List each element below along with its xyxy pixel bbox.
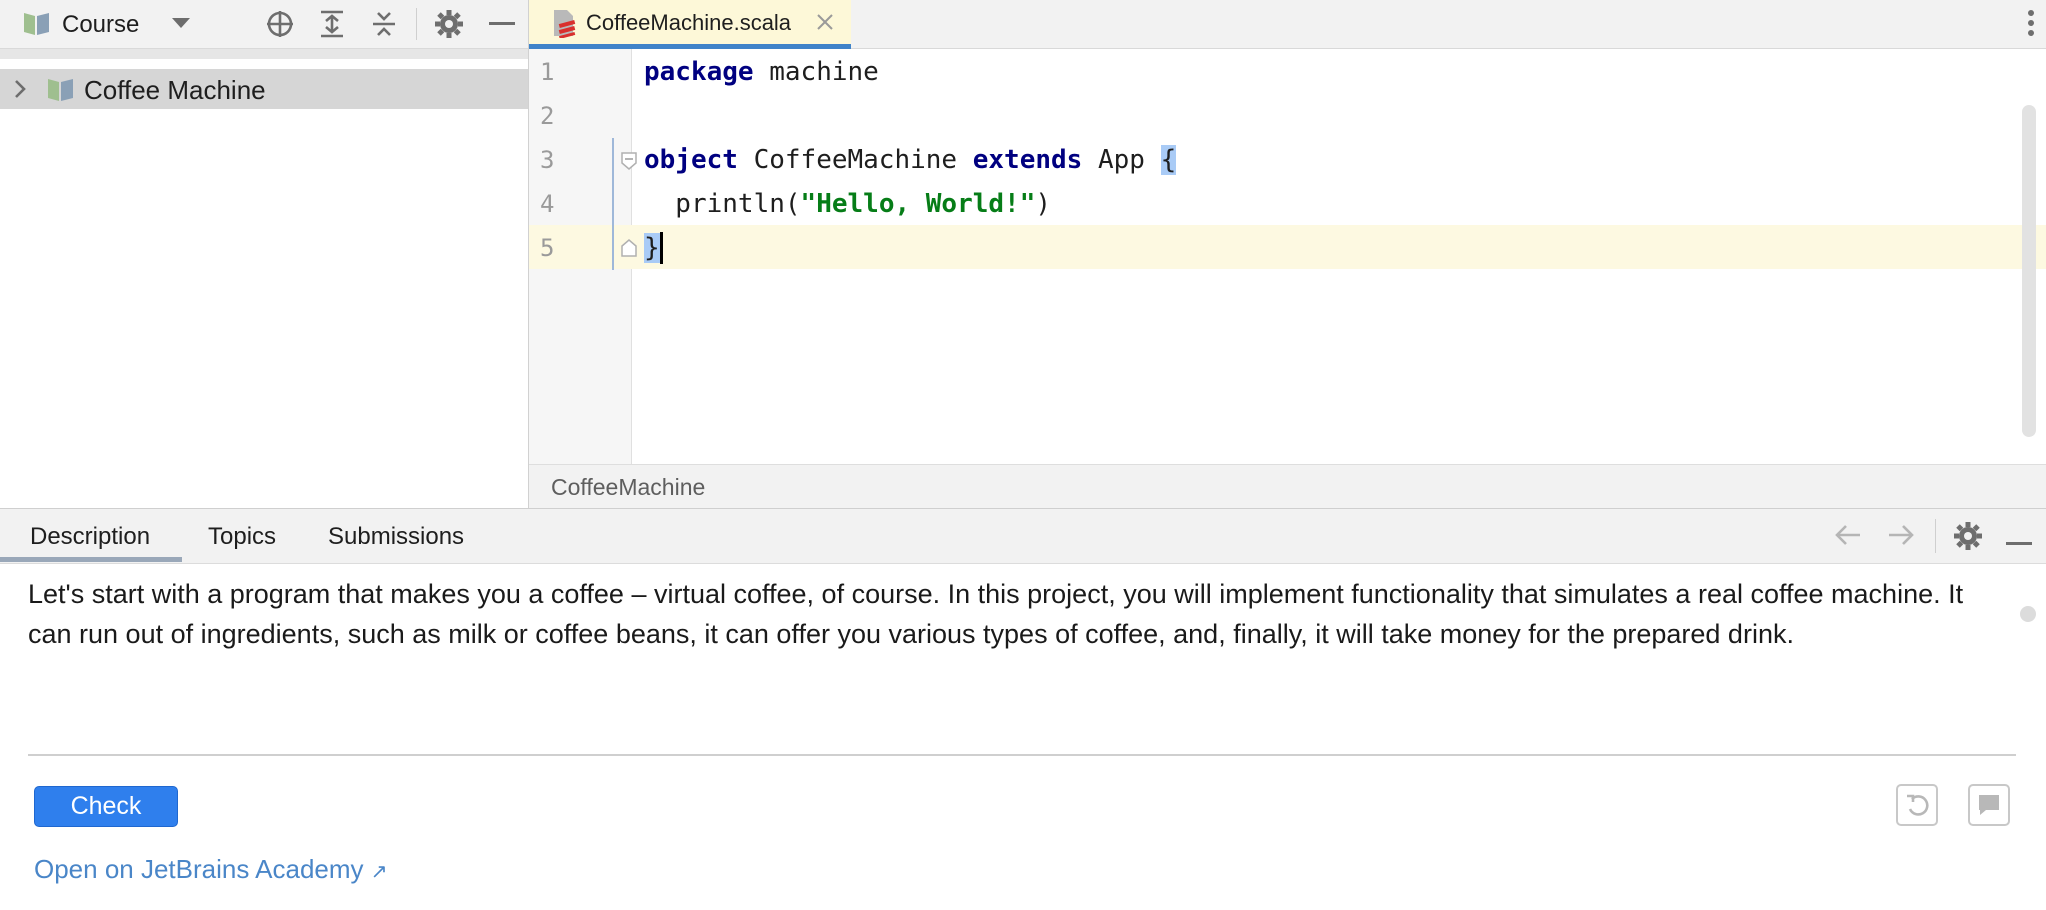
fold-end-icon[interactable] (620, 238, 638, 263)
code-text: CoffeeMachine (737, 145, 973, 175)
code-keyword: object (644, 145, 738, 175)
project-panel-gap (0, 49, 528, 59)
comment-icon (1979, 795, 1999, 815)
academy-link-text: Open on JetBrains Academy (34, 854, 364, 884)
external-link-icon: ↗ (370, 861, 388, 883)
code-text: machine (753, 57, 879, 87)
chevron-down-icon[interactable] (170, 16, 192, 35)
code-text: ) (1035, 189, 1052, 219)
undo-icon (1907, 794, 1929, 816)
book-icon (46, 76, 76, 107)
line-number: 4 (540, 190, 555, 218)
code-line-1: package machine (644, 57, 879, 87)
expand-all-icon[interactable] (314, 6, 350, 42)
check-button[interactable]: Check (34, 786, 178, 827)
code-keyword: package (644, 57, 754, 87)
chevron-right-icon[interactable] (12, 78, 28, 105)
gear-icon[interactable] (431, 6, 467, 42)
editor-tab-coffeemachine[interactable]: CoffeeMachine.scala (529, 0, 851, 49)
code-keyword: extends (972, 145, 1083, 175)
open-on-academy-link[interactable]: Open on JetBrains Academy ↗ (34, 854, 388, 885)
breadcrumb-bar: CoffeeMachine (529, 464, 2046, 509)
close-icon[interactable] (816, 13, 834, 36)
tab-topics[interactable]: Topics (208, 523, 276, 551)
line-number: 5 (540, 234, 555, 262)
tree-item-coffee-machine[interactable]: Coffee Machine (0, 69, 528, 109)
scroll-indicator[interactable] (2020, 606, 2036, 622)
tab-submissions[interactable]: Submissions (328, 523, 464, 551)
minimize-icon[interactable] (2006, 534, 2032, 552)
fold-icon[interactable] (620, 151, 638, 176)
toolbar-separator (416, 8, 417, 40)
toolbar-separator (1935, 519, 1936, 553)
matched-brace: } (644, 233, 660, 263)
line-number: 1 (540, 58, 555, 86)
code-text: println( (644, 189, 801, 219)
project-view-selector[interactable]: Course (62, 11, 139, 39)
more-options-icon[interactable] (2027, 8, 2035, 43)
scala-file-icon (551, 8, 577, 43)
back-arrow-icon[interactable] (1833, 523, 1863, 552)
line-number: 2 (540, 102, 555, 130)
gear-icon[interactable] (1953, 521, 1983, 556)
tab-description[interactable]: Description (30, 523, 150, 551)
project-toolbar: Course (0, 0, 528, 49)
active-tab-indicator (0, 557, 182, 562)
matched-brace: { (1160, 145, 1177, 175)
feedback-button[interactable] (1968, 784, 2010, 826)
code-line-4: println("Hello, World!") (644, 189, 1051, 219)
reset-button[interactable] (1896, 784, 1938, 826)
divider (28, 754, 2016, 756)
locate-icon[interactable] (262, 6, 298, 42)
tree-item-label: Coffee Machine (84, 75, 266, 105)
task-description: Let's start with a program that makes yo… (28, 579, 1964, 649)
task-panel-tab-bar (0, 508, 2046, 564)
code-block-indicator (612, 138, 614, 270)
code-line-3: object CoffeeMachine extends App { (644, 145, 1177, 175)
forward-arrow-icon[interactable] (1886, 523, 1916, 552)
code-string: "Hello, World!" (800, 189, 1036, 219)
code-line-5: } (644, 233, 660, 263)
line-number: 3 (540, 146, 555, 174)
code-text: App (1082, 145, 1161, 175)
breadcrumb[interactable]: CoffeeMachine (551, 474, 705, 501)
collapse-all-icon[interactable] (366, 6, 402, 42)
editor-scrollbar[interactable] (2022, 105, 2036, 437)
current-line-highlight (529, 225, 2046, 269)
text-caret (660, 232, 663, 264)
minimize-icon[interactable] (484, 6, 520, 42)
editor-tab-title: CoffeeMachine.scala (586, 10, 792, 35)
book-icon (22, 10, 52, 41)
